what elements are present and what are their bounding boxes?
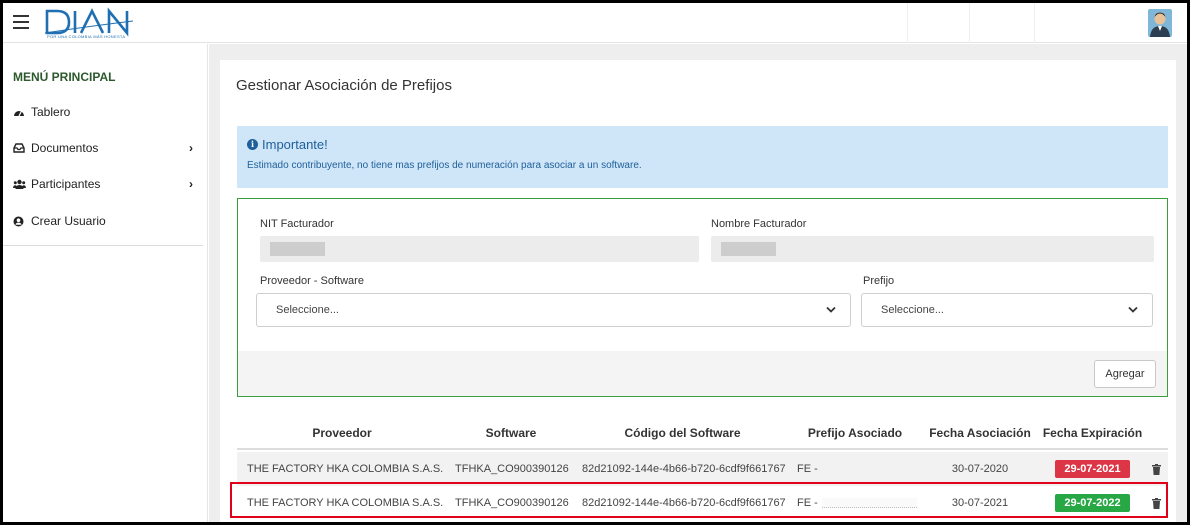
delete-button[interactable] [1149,452,1164,486]
prefijo-label: Prefijo [863,275,895,287]
column-header: Fecha Expiración [1042,426,1143,440]
nombre-label: Nombre Facturador [711,218,807,230]
alert-title-text: Importante! [262,137,328,152]
main-content: Gestionar Asociación de Prefijos i Impor… [209,44,1187,522]
nit-field [260,236,699,262]
nit-label: NIT Facturador [260,218,334,230]
sidebar-item-label: Participantes [31,177,101,191]
sidebar: MENÚ PRINCIPAL Tablero Documentos › Part… [3,44,208,522]
dashboard-icon [13,107,31,117]
proveedor-label: Proveedor - Software [260,275,364,287]
dian-logo[interactable]: POR UNA COLOMBIA MÁS HONESTA [43,7,147,39]
alert-title: i Importante! [247,137,328,152]
cell-software: TFHKA_CO900390126 [455,463,569,475]
info-icon: i [247,139,258,150]
app-window: POR UNA COLOMBIA MÁS HONESTA MENÚ PRINCI… [3,3,1187,522]
table-header-row: Proveedor Software Código del Software P… [237,416,1168,450]
chevron-down-icon [1128,306,1138,313]
top-separator [969,3,970,43]
menu-toggle-icon[interactable] [13,15,29,29]
redacted-value [721,242,776,256]
sidebar-divider [3,245,203,246]
user-circle-icon [13,216,31,227]
cell-codigo: 82d21092-144e-4b66-b720-6cdf9f661767 [582,463,786,475]
user-avatar[interactable] [1148,9,1172,37]
proveedor-select[interactable]: Seleccione... [256,293,851,327]
sidebar-item-tablero[interactable]: Tablero [13,102,193,122]
form-footer: Agregar [238,351,1167,396]
top-bar: POR UNA COLOMBIA MÁS HONESTA [3,3,1187,43]
expiration-badge: 29-07-2021 [1055,460,1130,478]
cell-fecha-asociacion: 30-07-2020 [951,463,1009,475]
logo-tagline: POR UNA COLOMBIA MÁS HONESTA [47,34,126,39]
table-row: THE FACTORY HKA COLOMBIA S.A.S. TFHKA_CO… [237,452,1168,486]
redacted-value [270,242,325,256]
column-header: Software [485,426,537,440]
cell-fecha-expiracion: 29-07-2021 [1040,452,1145,486]
sidebar-item-documentos[interactable]: Documentos › [13,138,193,158]
top-separator [907,3,908,43]
sidebar-item-crear-usuario[interactable]: Crear Usuario [13,211,193,231]
sidebar-title: MENÚ PRINCIPAL [13,70,116,84]
cell-prefijo-text: FE - [797,463,818,475]
column-header: Código del Software [624,426,741,440]
proveedor-select-value: Seleccione... [276,304,339,316]
trash-icon [1152,463,1161,475]
association-form: NIT Facturador Nombre Facturador Proveed… [237,198,1168,397]
chevron-right-icon: › [189,141,193,155]
highlight-box [230,482,1168,518]
cell-prefijo: FE - [797,452,917,486]
column-header: Fecha Asociación [929,426,1031,440]
redacted-value [821,464,917,474]
prefijo-select-value: Seleccione... [881,304,944,316]
top-separator [1034,3,1035,43]
sidebar-item-label: Tablero [31,105,71,119]
cell-proveedor: THE FACTORY HKA COLOMBIA S.A.S. [247,463,444,475]
users-icon [13,179,31,189]
inbox-icon [13,143,31,153]
page-title: Gestionar Asociación de Prefijos [236,77,452,94]
sidebar-item-participantes[interactable]: Participantes › [13,174,193,194]
column-header: Proveedor [312,426,372,440]
alert-info: i Importante! Estimado contribuyente, no… [237,126,1168,188]
alert-text: Estimado contribuyente, no tiene mas pre… [247,160,642,171]
sidebar-item-label: Documentos [31,141,99,155]
sidebar-item-label: Crear Usuario [31,214,106,228]
chevron-right-icon: › [189,177,193,191]
agregar-button[interactable]: Agregar [1094,360,1156,388]
content-panel: Gestionar Asociación de Prefijos i Impor… [220,60,1176,522]
prefijo-select[interactable]: Seleccione... [861,293,1153,327]
sidebar-border [207,44,208,522]
nombre-field [711,236,1154,262]
chevron-down-icon [826,306,836,313]
column-header: Prefijo Asociado [807,426,903,440]
